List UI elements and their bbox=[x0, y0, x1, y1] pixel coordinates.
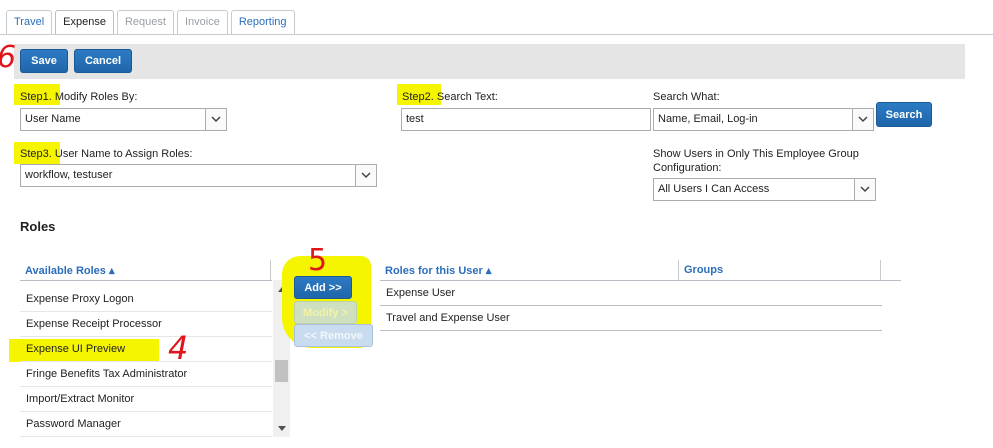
step1-text: Modify Roles By: bbox=[54, 91, 138, 103]
remove-role-button: << Remove bbox=[294, 324, 373, 347]
modify-roles-by-value: User Name bbox=[25, 113, 81, 125]
chevron-down-icon[interactable] bbox=[205, 109, 226, 130]
search-text-label: Step2. Search Text: bbox=[402, 91, 498, 103]
save-button[interactable]: Save bbox=[20, 49, 68, 73]
list-item[interactable]: Import/Extract Monitor bbox=[20, 387, 272, 412]
list-item[interactable]: Password Manager bbox=[20, 412, 272, 437]
step1-marker: Step1. bbox=[20, 91, 52, 103]
employee-group-label-line2: Configuration: bbox=[653, 162, 722, 174]
roles-heading: Roles bbox=[20, 219, 56, 234]
user-name-label: Step3. User Name to Assign Roles: bbox=[20, 148, 192, 160]
add-role-button[interactable]: Add >> bbox=[294, 276, 352, 299]
scroll-thumb[interactable] bbox=[275, 360, 288, 382]
step2-text: Search Text: bbox=[436, 91, 498, 103]
search-text-input[interactable]: test bbox=[401, 108, 651, 131]
list-item[interactable]: Fringe Benefits Tax Administrator bbox=[20, 362, 272, 387]
user-roles-list: Expense User Travel and Expense User bbox=[380, 281, 882, 331]
scroll-down-icon[interactable] bbox=[273, 421, 290, 435]
search-what-select[interactable]: Name, Email, Log-in bbox=[653, 108, 874, 131]
annotation-step-5: 5 bbox=[308, 243, 328, 278]
user-name-select[interactable]: workflow, testuser bbox=[20, 164, 377, 187]
column-separator bbox=[880, 260, 881, 280]
cancel-button[interactable]: Cancel bbox=[74, 49, 132, 73]
step2-marker: Step2. bbox=[402, 91, 434, 103]
groups-header[interactable]: Groups bbox=[684, 264, 723, 276]
chevron-down-icon[interactable] bbox=[852, 109, 873, 130]
list-item[interactable]: Expense User bbox=[380, 281, 882, 306]
employee-group-label-line1: Show Users in Only This Employee Group bbox=[653, 148, 859, 160]
list-item[interactable]: Expense Receipt Processor bbox=[20, 312, 272, 337]
available-roles-header[interactable]: Available Roles ▴ bbox=[25, 264, 114, 277]
modify-roles-by-select[interactable]: User Name bbox=[20, 108, 227, 131]
chevron-down-icon[interactable] bbox=[355, 165, 376, 186]
chevron-down-icon[interactable] bbox=[854, 179, 875, 200]
column-separator bbox=[678, 260, 679, 280]
available-header-line bbox=[20, 280, 272, 281]
employee-group-value: All Users I Can Access bbox=[658, 183, 770, 195]
annotation-step-4: 4 bbox=[168, 329, 189, 367]
tab-invoice: Invoice bbox=[176, 10, 228, 34]
list-item[interactable]: Travel and Expense User bbox=[380, 306, 882, 331]
available-roles-list: Expense Proxy Logon Expense Receipt Proc… bbox=[20, 287, 272, 437]
search-button[interactable]: Search bbox=[876, 102, 932, 127]
modify-role-button: Modify > bbox=[294, 301, 357, 324]
tab-reporting[interactable]: Reporting bbox=[230, 10, 295, 34]
tab-request: Request bbox=[116, 10, 174, 34]
search-what-value: Name, Email, Log-in bbox=[658, 113, 758, 125]
list-item-selected[interactable]: Expense UI Preview bbox=[20, 337, 272, 362]
user-roles-header[interactable]: Roles for this User ▴ bbox=[385, 264, 491, 277]
modify-roles-by-label: Step1. Modify Roles By: bbox=[20, 91, 137, 103]
list-item[interactable]: Expense Proxy Logon bbox=[20, 287, 272, 312]
toolbar bbox=[14, 44, 965, 79]
tab-divider bbox=[0, 34, 993, 35]
employee-group-select[interactable]: All Users I Can Access bbox=[653, 178, 876, 201]
annotation-step-6: 6 bbox=[0, 43, 16, 73]
user-name-value: workflow, testuser bbox=[25, 169, 113, 181]
step3-text: User Name to Assign Roles: bbox=[54, 148, 193, 160]
step3-marker: Step3. bbox=[20, 148, 52, 160]
tab-expense[interactable]: Expense bbox=[55, 10, 114, 35]
tab-travel[interactable]: Travel bbox=[6, 10, 53, 34]
search-what-label: Search What: bbox=[653, 91, 720, 103]
column-separator bbox=[270, 260, 271, 280]
tab-bar: Travel Expense Request Invoice Reporting bbox=[6, 10, 295, 35]
